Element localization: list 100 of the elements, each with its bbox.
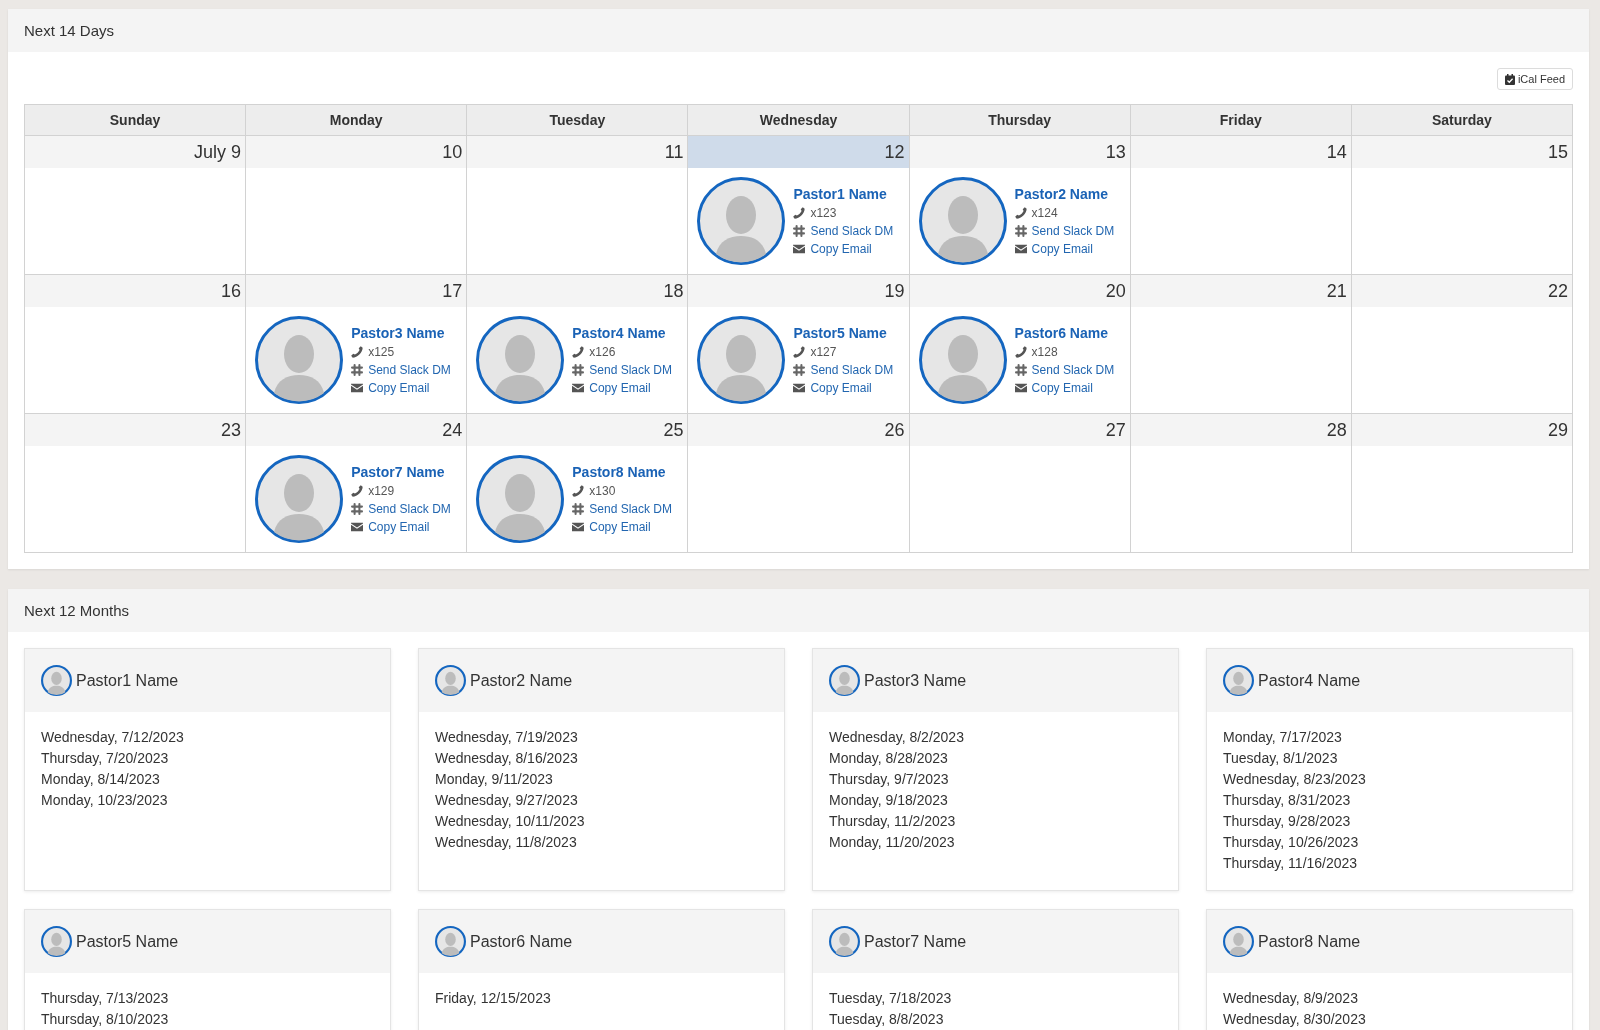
schedule-date: Wednesday, 8/23/2023 <box>1223 770 1367 789</box>
avatar-icon <box>255 316 344 404</box>
envelope-icon <box>572 521 585 533</box>
slack-dm-link[interactable]: Send Slack DM <box>810 222 894 240</box>
phone-icon <box>572 346 585 358</box>
schedule-date: Wednesday, 8/16/2023 <box>435 749 579 768</box>
weekday-header: Friday <box>1130 104 1352 136</box>
avatar-icon <box>697 316 786 404</box>
schedule-date: Tuesday, 8/1/2023 <box>1223 749 1339 768</box>
hash-icon <box>793 225 806 237</box>
extension-text: x130 <box>589 483 616 500</box>
avatar-icon <box>1223 926 1254 957</box>
day-number: 13 <box>909 136 1130 168</box>
day-number: 20 <box>909 275 1130 307</box>
day-number: 26 <box>688 414 909 446</box>
avatar-icon <box>697 177 786 265</box>
schedule-date: Thursday, 9/28/2023 <box>1223 812 1352 831</box>
phone-icon <box>1014 346 1027 358</box>
envelope-icon <box>1014 243 1027 255</box>
phone-icon <box>572 485 585 497</box>
avatar-icon <box>476 316 565 404</box>
avatar-icon <box>41 926 72 957</box>
day-number: 19 <box>688 275 909 307</box>
weekday-header: Monday <box>245 104 467 136</box>
copy-email-link[interactable]: Copy Email <box>589 379 651 397</box>
schedule-date: Monday, 9/11/2023 <box>435 770 554 789</box>
envelope-icon <box>351 521 364 533</box>
weekday-header: Sunday <box>24 104 246 136</box>
day-number: 12 <box>688 136 909 168</box>
hash-icon <box>351 364 364 376</box>
pastor-name-link[interactable]: Pastor6 Name <box>1014 323 1108 343</box>
schedule-date: Thursday, 9/7/2023 <box>829 770 950 789</box>
extension-text: x129 <box>368 483 395 500</box>
phone-icon <box>1014 207 1027 219</box>
schedule-date: Monday, 8/14/2023 <box>41 770 161 789</box>
phone-icon <box>793 207 806 219</box>
pastor-name: Pastor1 Name <box>76 670 179 691</box>
slack-dm-link[interactable]: Send Slack DM <box>589 500 672 518</box>
pastor-name: Pastor2 Name <box>470 670 573 691</box>
copy-email-link[interactable]: Copy Email <box>810 240 872 258</box>
hash-icon <box>572 364 585 376</box>
pastor-name: Pastor5 Name <box>76 931 179 952</box>
avatar-icon <box>918 177 1007 265</box>
schedule-date: Monday, 11/20/2023 <box>829 833 956 852</box>
ical-feed-button[interactable]: iCal Feed <box>1496 68 1573 90</box>
pastor-name-link[interactable]: Pastor3 Name <box>351 323 445 343</box>
slack-dm-link[interactable]: Send Slack DM <box>589 361 672 379</box>
copy-email-link[interactable]: Copy Email <box>1031 379 1093 397</box>
schedule-date: Wednesday, 8/30/2023 <box>1223 1010 1367 1029</box>
hash-icon <box>1014 225 1027 237</box>
schedule-date: Monday, 8/28/2023 <box>829 749 949 768</box>
slack-dm-link[interactable]: Send Slack DM <box>1031 222 1115 240</box>
copy-email-link[interactable]: Copy Email <box>589 518 651 536</box>
schedule-date: Wednesday, 8/2/2023 <box>829 728 965 747</box>
day-number: 27 <box>909 414 1130 446</box>
extension-text: x124 <box>1031 205 1058 222</box>
day-number: 16 <box>25 275 246 307</box>
pastor-name-link[interactable]: Pastor1 Name <box>793 184 887 204</box>
avatar-icon <box>435 665 466 696</box>
day-number: 17 <box>246 275 467 307</box>
panel-title: Next 12 Months <box>8 589 1589 632</box>
weekday-header: Saturday <box>1351 104 1573 136</box>
pastor-name-link[interactable]: Pastor2 Name <box>1014 184 1108 204</box>
avatar-icon <box>918 316 1007 404</box>
slack-dm-link[interactable]: Send Slack DM <box>368 500 451 518</box>
schedule-date: Thursday, 8/10/2023 <box>41 1010 170 1029</box>
schedule-date: Thursday, 11/16/2023 <box>1223 854 1359 873</box>
day-number: July 9 <box>25 136 246 168</box>
extension-text: x126 <box>589 344 616 361</box>
hash-icon <box>572 503 585 515</box>
extension-text: x127 <box>810 344 837 361</box>
envelope-icon <box>572 382 585 394</box>
schedule-date: Thursday, 10/26/2023 <box>1223 833 1360 852</box>
hash-icon <box>351 503 364 515</box>
pastor-name: Pastor4 Name <box>1258 670 1361 691</box>
pastor-name-link[interactable]: Pastor8 Name <box>572 462 666 482</box>
schedule-date: Wednesday, 10/11/2023 <box>435 812 586 831</box>
pastor-name-link[interactable]: Pastor4 Name <box>572 323 666 343</box>
pastor-name: Pastor7 Name <box>864 931 967 952</box>
schedule-date: Thursday, 8/31/2023 <box>1223 791 1352 810</box>
copy-email-link[interactable]: Copy Email <box>368 379 430 397</box>
pastor-name: Pastor6 Name <box>470 931 573 952</box>
copy-email-link[interactable]: Copy Email <box>368 518 430 536</box>
extension-text: x125 <box>368 344 395 361</box>
day-number: 25 <box>467 414 688 446</box>
pastor-name-link[interactable]: Pastor5 Name <box>793 323 887 343</box>
calendar-icon <box>1504 73 1515 85</box>
slack-dm-link[interactable]: Send Slack DM <box>1031 361 1115 379</box>
pastor-name-link[interactable]: Pastor7 Name <box>351 462 445 482</box>
slack-dm-link[interactable]: Send Slack DM <box>368 361 451 379</box>
pastor-name: Pastor8 Name <box>1258 931 1361 952</box>
day-number: 11 <box>467 136 688 168</box>
copy-email-link[interactable]: Copy Email <box>1031 240 1093 258</box>
panel-title: Next 14 Days <box>8 9 1589 52</box>
slack-dm-link[interactable]: Send Slack DM <box>810 361 894 379</box>
schedule-date: Monday, 7/17/2023 <box>1223 728 1343 747</box>
day-number: 23 <box>25 414 246 446</box>
envelope-icon <box>793 243 806 255</box>
copy-email-link[interactable]: Copy Email <box>810 379 872 397</box>
avatar-icon <box>255 455 344 543</box>
